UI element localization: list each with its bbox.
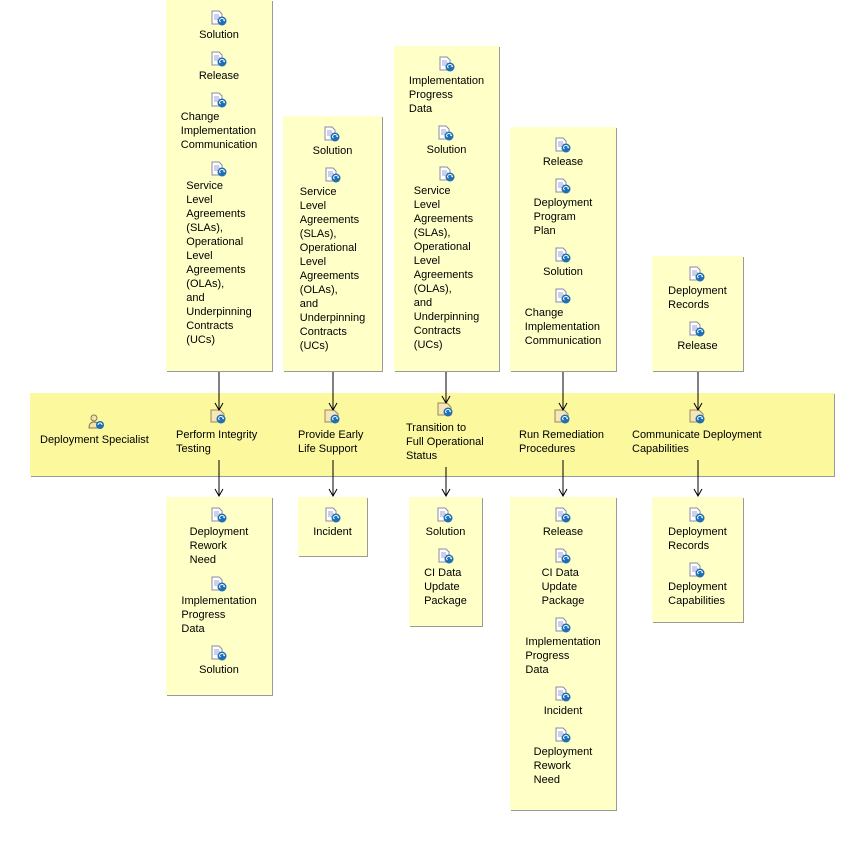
flow-arrows — [214, 372, 703, 498]
